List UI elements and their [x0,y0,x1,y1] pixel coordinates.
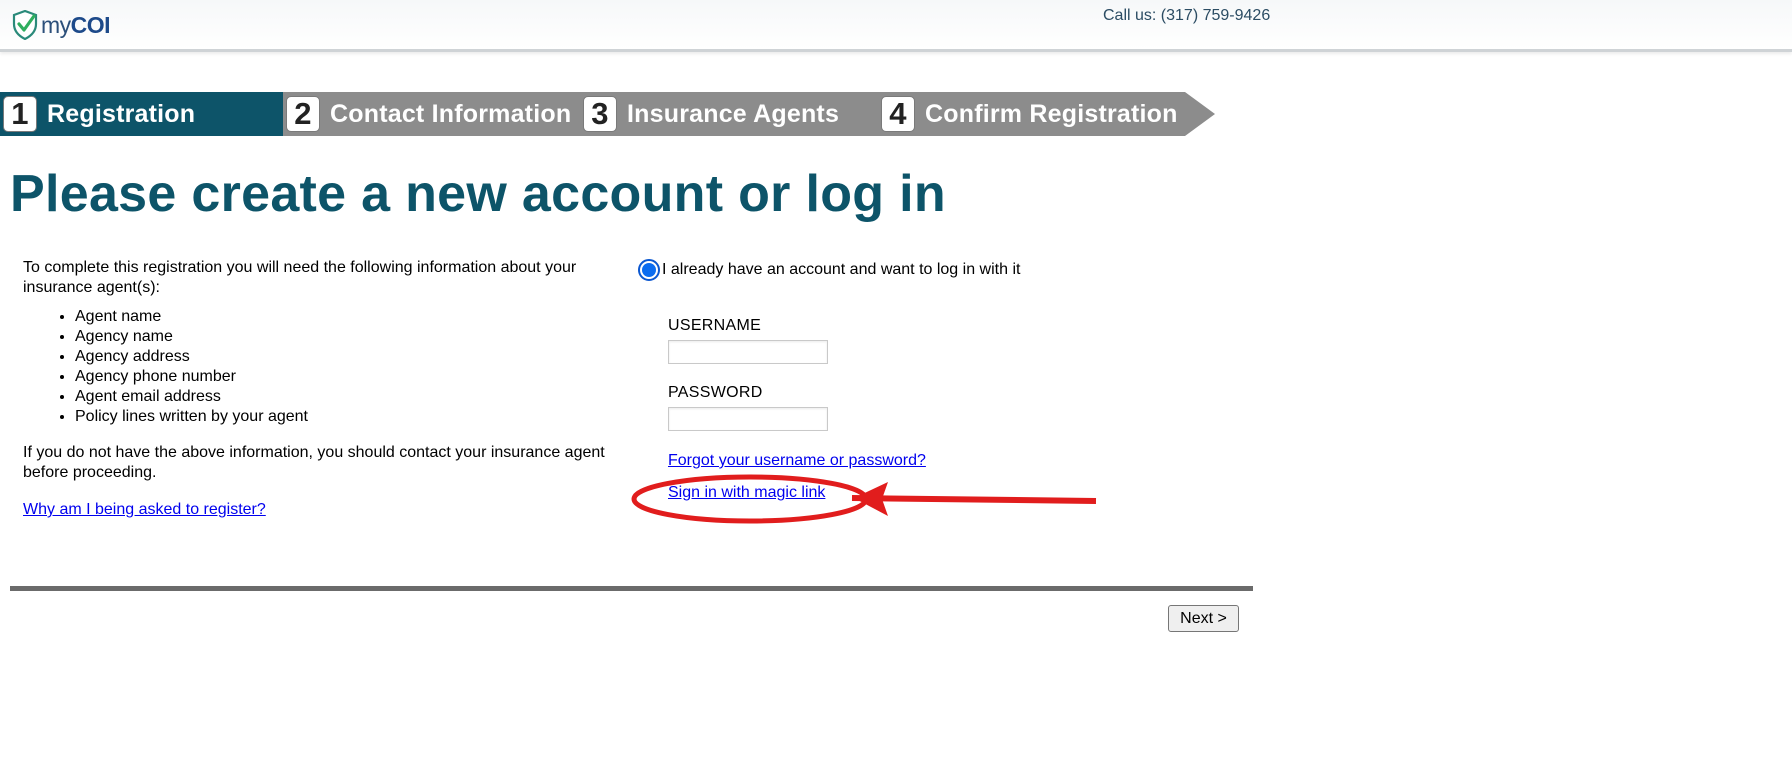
existing-account-label[interactable]: I already have an account and want to lo… [662,261,1020,279]
top-header-bar: myCOI Call us: (317) 759-9426 [0,0,1792,52]
step-label: Contact Information [330,99,572,128]
password-label: PASSWORD [668,384,763,401]
username-input[interactable] [668,340,828,364]
list-item: Agency name [75,327,623,347]
list-item: Policy lines written by your agent [75,407,623,427]
existing-account-option[interactable]: I already have an account and want to lo… [638,259,1020,281]
step-number: 2 [286,96,320,132]
username-label: USERNAME [668,317,762,334]
step-contact-information: 2 Contact Information [283,92,580,136]
magic-link-signin[interactable]: Sign in with magic link [668,484,825,502]
list-item: Agent email address [75,387,623,407]
registration-progress-steps: 1 Registration 2 Contact Information 3 I… [0,92,1215,136]
shield-check-icon [12,10,38,40]
list-item: Agent name [75,307,623,327]
registration-info: To complete this registration you will n… [23,258,623,520]
step-number: 3 [583,96,617,132]
login-panel: I already have an account and want to lo… [638,259,1020,501]
mycoi-logo[interactable]: myCOI [12,10,111,40]
required-info-list: Agent name Agency name Agency address Ag… [23,307,623,427]
password-input[interactable] [668,407,828,431]
step-number: 1 [3,96,37,132]
footer-divider [10,586,1253,591]
step-insurance-agents: 3 Insurance Agents [580,92,878,136]
page-title: Please create a new account or log in [10,165,946,223]
radio-selected-dot [642,263,656,277]
step-confirm-registration: 4 Confirm Registration [878,92,1215,136]
logo-wordmark: myCOI [41,11,111,38]
list-item: Agency address [75,347,623,367]
annotation-arrow-shaft [851,495,1097,504]
existing-account-radio[interactable] [638,259,660,281]
list-item: Agency phone number [75,367,623,387]
next-button[interactable]: Next > [1168,605,1239,632]
step-label: Confirm Registration [925,99,1178,128]
annotation-arrowhead [854,482,888,516]
contact-agent-note: If you do not have the above information… [23,444,605,481]
step-label: Registration [47,99,196,128]
info-intro: To complete this registration you will n… [23,259,577,296]
call-us-phone: Call us: (317) 759-9426 [1103,7,1271,24]
step-number: 4 [881,96,915,132]
forgot-credentials-link[interactable]: Forgot your username or password? [668,452,926,470]
why-register-link[interactable]: Why am I being asked to register? [23,500,266,520]
step-label: Insurance Agents [627,99,840,128]
step-registration: 1 Registration [0,92,283,136]
